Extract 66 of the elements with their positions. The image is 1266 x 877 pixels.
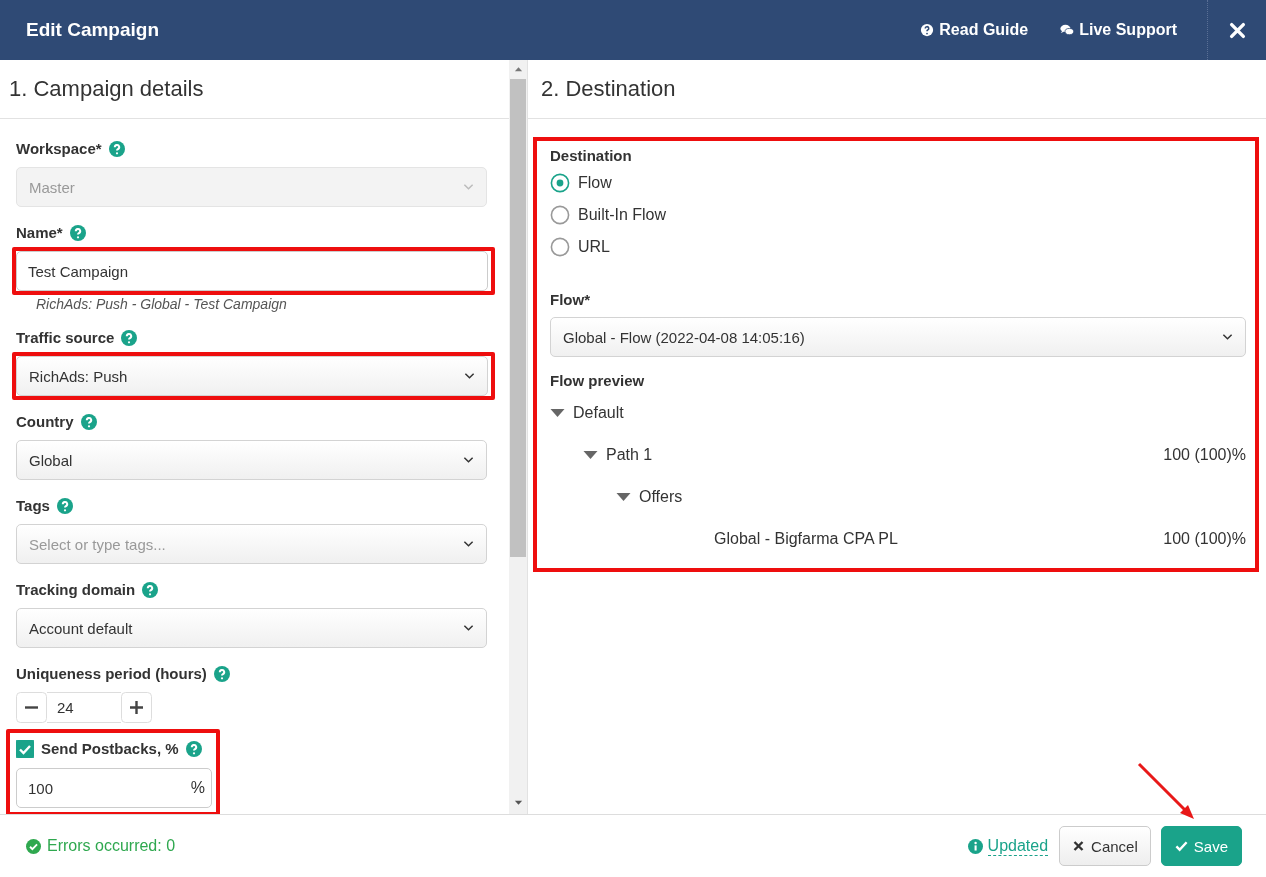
cancel-button[interactable]: Cancel	[1059, 826, 1151, 866]
share-text: 100 (100)%	[1163, 446, 1246, 464]
field-label: Name*	[16, 223, 63, 243]
chevron-down-icon	[463, 624, 474, 632]
help-icon[interactable]	[80, 414, 97, 430]
radio-option[interactable]: Flow	[550, 167, 612, 199]
close-icon[interactable]	[1228, 21, 1246, 39]
radio-option[interactable]: URL	[550, 231, 610, 263]
tree-item[interactable]: Global - Bigfarma CPA PL	[714, 530, 898, 548]
select-field[interactable]: Global	[16, 440, 487, 480]
chevron-down-icon	[463, 540, 474, 548]
help-icon[interactable]	[121, 330, 138, 346]
field-label: Workspace*	[16, 139, 102, 159]
checkmark-icon	[1174, 840, 1188, 852]
header-link[interactable]: Read Guide	[920, 21, 1029, 39]
checkbox-label: Send Postbacks, %	[41, 739, 179, 759]
share-text: 100 (100)%	[1163, 530, 1246, 548]
scrollbar[interactable]	[509, 60, 527, 814]
select-field[interactable]: RichAds: Push	[16, 356, 488, 396]
header-link[interactable]: Live Support	[1060, 21, 1177, 39]
field-label: Tags	[16, 496, 50, 516]
caret-icon[interactable]	[583, 450, 598, 460]
radio-button[interactable]	[550, 205, 570, 225]
chevron-down-icon	[1222, 333, 1233, 341]
field-label: Country	[16, 412, 74, 432]
scroll-down-icon[interactable]	[513, 800, 523, 806]
radio-button[interactable]	[550, 173, 570, 193]
help-icon[interactable]	[69, 225, 86, 241]
chevron-down-icon	[463, 183, 474, 191]
chat-bubbles-icon	[1060, 23, 1075, 37]
field-label: Tracking domain	[16, 580, 136, 600]
field-label: Flow preview	[550, 371, 646, 391]
chevron-down-icon	[463, 456, 474, 464]
close-icon	[1072, 840, 1086, 852]
name-preview-text: RichAds: Push - Global - Test Campaign	[36, 296, 288, 312]
checkbox[interactable]	[16, 740, 34, 758]
help-icon[interactable]	[142, 582, 159, 598]
help-icon	[920, 23, 935, 37]
check-circle-icon	[26, 838, 41, 854]
help-icon[interactable]	[185, 741, 202, 757]
section-heading: 1. Campaign details	[9, 76, 204, 102]
tree-item[interactable]: Default	[573, 404, 624, 422]
radio-option[interactable]: Built-In Flow	[550, 199, 667, 231]
percent-input[interactable]: 100 %	[16, 768, 212, 808]
tree-item[interactable]: Path 1	[606, 446, 653, 464]
field-label: Destination	[550, 146, 633, 166]
field-label: Traffic source	[16, 328, 115, 348]
chevron-down-icon	[464, 372, 475, 380]
help-icon[interactable]	[213, 666, 230, 682]
caret-icon[interactable]	[616, 492, 631, 502]
field-label: Uniqueness period (hours)	[16, 664, 207, 684]
select-field[interactable]: Account default	[16, 608, 487, 648]
radio-button[interactable]	[550, 237, 570, 257]
dialog-title: Edit Campaign	[26, 19, 159, 41]
name-input[interactable]: Test Campaign	[16, 251, 488, 291]
tree-item[interactable]: Offers	[639, 488, 683, 506]
help-icon[interactable]	[56, 498, 73, 514]
field-label: Flow*	[550, 290, 591, 310]
scroll-up-icon[interactable]	[513, 66, 523, 72]
section-heading: 2. Destination	[541, 76, 676, 102]
plus-button[interactable]	[121, 692, 152, 723]
status-message: Errors occurred: 0	[26, 837, 176, 855]
caret-icon[interactable]	[550, 408, 565, 418]
select-field[interactable]: Global - Flow (2022-04-08 14:05:16)	[550, 317, 1246, 357]
minus-button[interactable]	[16, 692, 47, 723]
info-icon	[967, 838, 983, 854]
